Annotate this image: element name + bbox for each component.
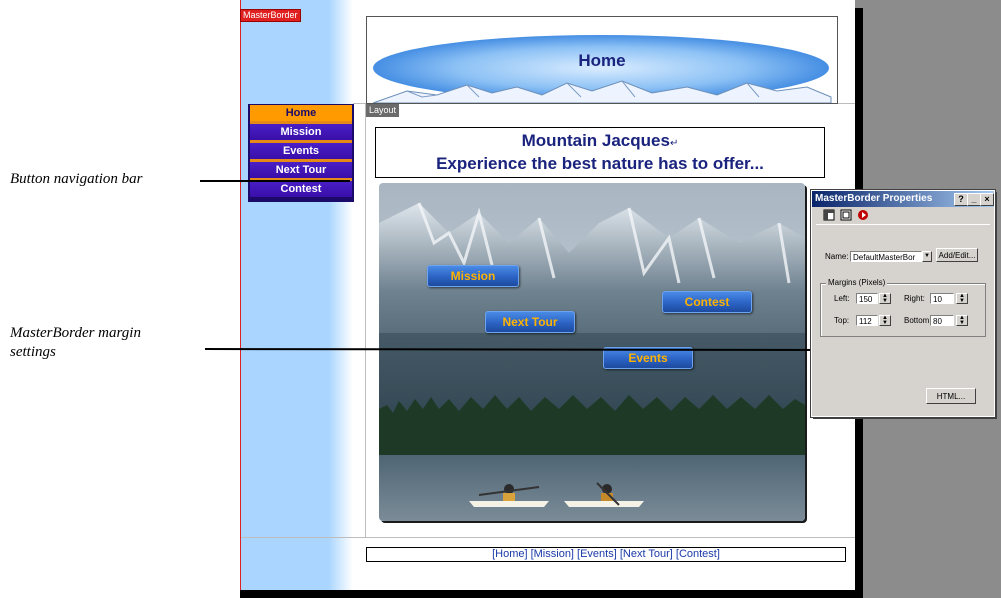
masterborder-properties-dialog: MasterBorder Properties ? _ × Name: Defa… [810,189,996,418]
top-label: Top: [834,316,850,325]
bottom-margin-spinner[interactable]: ▲ ▼ [956,315,968,326]
top-margin-input[interactable]: 112 [856,315,878,326]
add-edit-button[interactable]: Add/Edit... [936,248,978,262]
right-margin-spinner[interactable]: ▲ ▼ [956,293,968,304]
name-label: Name: [825,252,849,261]
margins-group [820,283,986,337]
margins-legend: Margins (Pixels) [826,277,888,288]
bottom-label: Bottom [904,316,930,325]
tab-layout-icon[interactable] [839,209,853,223]
html-button[interactable]: HTML... [926,388,976,404]
help-button[interactable]: ? [954,193,968,206]
bottom-margin-input[interactable]: 80 [930,315,954,326]
name-select[interactable]: DefaultMasterBor [850,251,922,262]
minimize-button[interactable]: _ [967,193,981,206]
left-margin-spinner[interactable]: ▲ ▼ [879,293,891,304]
chevron-down-icon[interactable]: ▼ [922,251,932,262]
left-margin-input[interactable]: 150 [856,293,878,304]
left-label: Left: [834,294,850,303]
dialog-title: MasterBorder Properties [815,193,933,204]
top-margin-spinner[interactable]: ▲ ▼ [879,315,891,326]
tab-properties-icon[interactable] [822,209,836,223]
tab-row-divider [816,224,990,225]
tab-record-icon[interactable] [856,209,870,223]
close-button[interactable]: × [980,193,994,206]
dialog-title-bar[interactable]: MasterBorder Properties ? _ × [812,191,994,207]
right-margin-input[interactable]: 10 [930,293,954,304]
right-label: Right: [904,294,925,303]
